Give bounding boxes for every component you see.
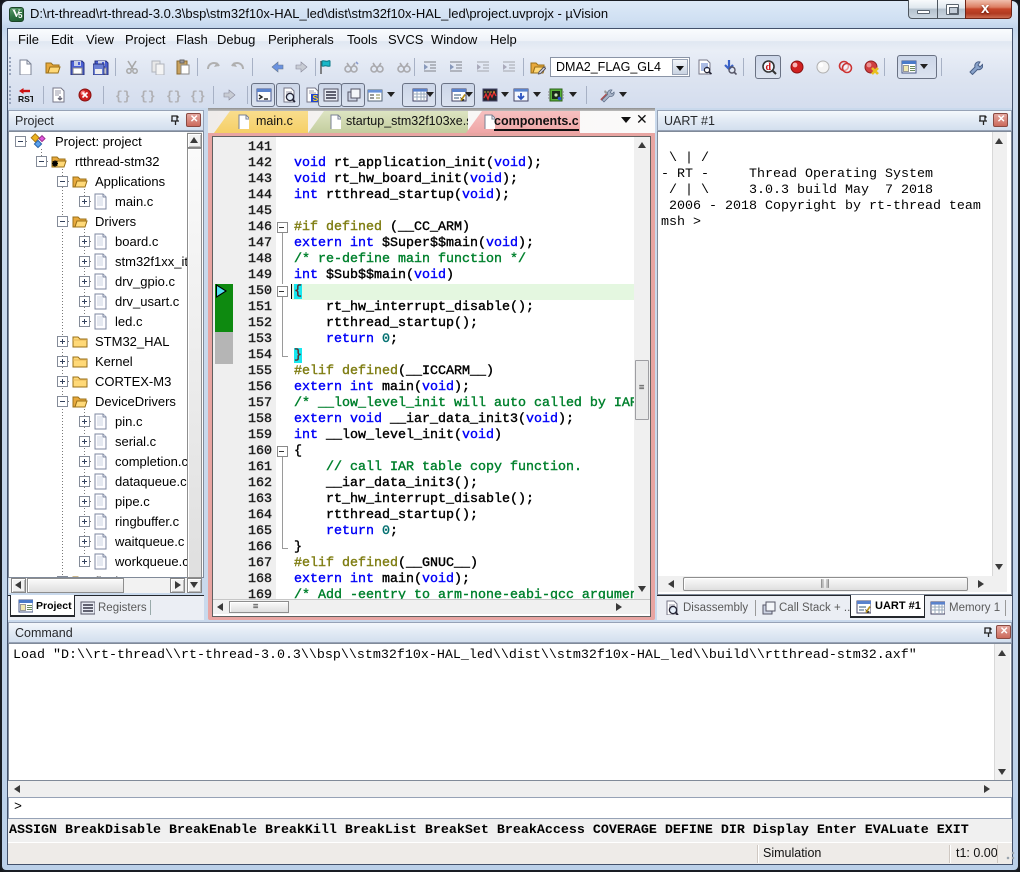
svg-text:{}: {} xyxy=(140,89,155,103)
svg-text:RST: RST xyxy=(18,94,33,103)
svg-text:d: d xyxy=(766,62,772,73)
svg-text:{}: {} xyxy=(166,89,181,103)
svg-text:{}: {} xyxy=(190,89,205,103)
svg-text:{}: {} xyxy=(115,89,130,103)
